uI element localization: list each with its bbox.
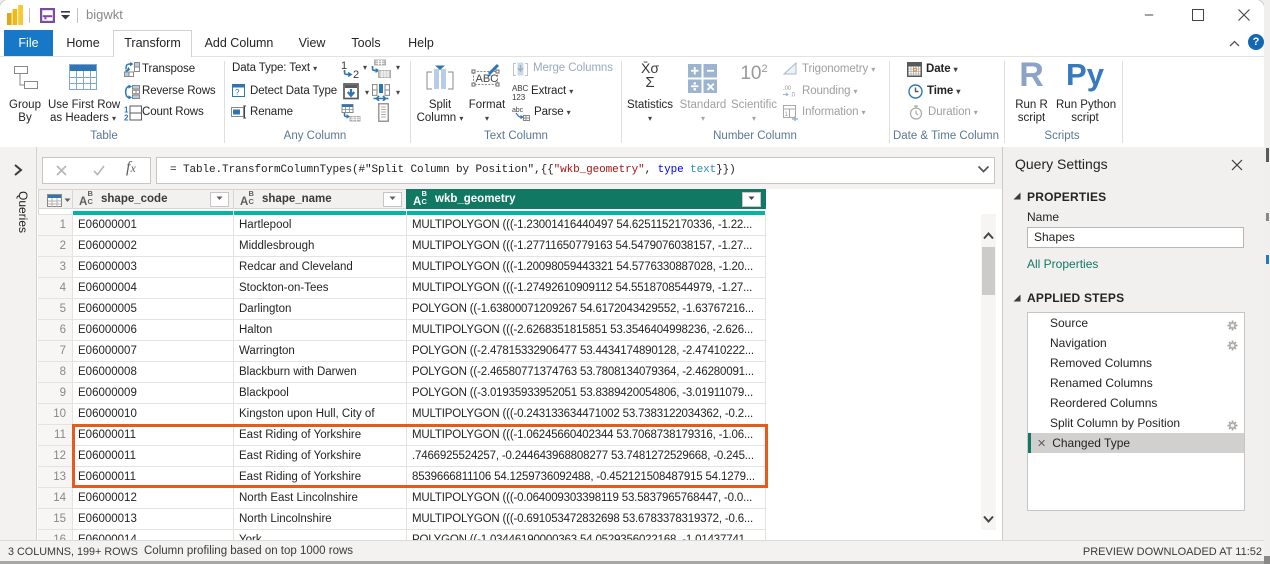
svg-text:ABC: ABC bbox=[512, 84, 528, 93]
svg-text:abc: abc bbox=[512, 107, 524, 114]
svg-text:2: 2 bbox=[124, 114, 129, 122]
svg-text:.00: .00 bbox=[783, 86, 792, 92]
svg-text:?: ? bbox=[235, 88, 240, 97]
svg-text:.0: .0 bbox=[790, 92, 796, 97]
svg-text:ABC: ABC bbox=[476, 73, 499, 85]
svg-text:123: 123 bbox=[512, 93, 526, 101]
svg-text:2: 2 bbox=[353, 69, 359, 79]
